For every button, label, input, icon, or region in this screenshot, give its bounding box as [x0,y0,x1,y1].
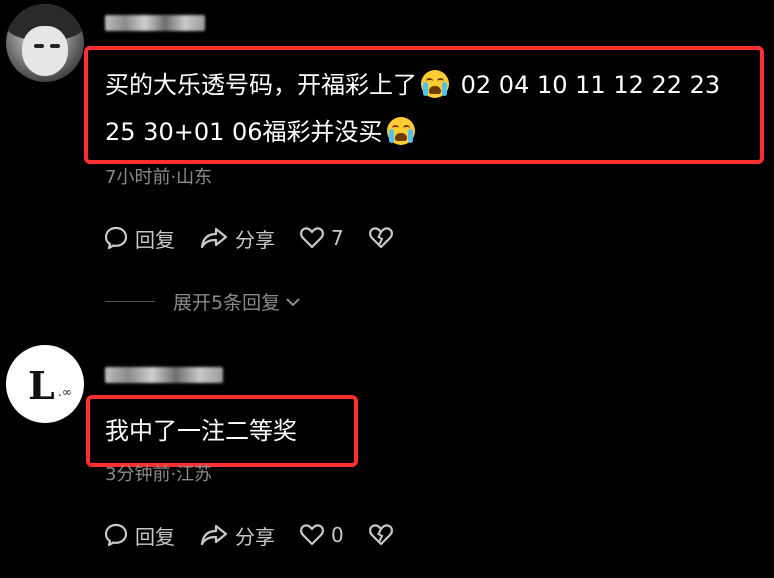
user-avatar-1[interactable] [6,4,84,82]
expand-replies-button[interactable]: 展开5条回复 [105,288,302,315]
crying-emoji-icon [386,117,415,145]
like-count: 0 [331,523,344,547]
dislike-button[interactable] [368,523,400,547]
heart-icon [300,227,324,249]
heart-icon [300,524,324,546]
dislike-button[interactable] [368,226,400,250]
comment-1-meta: 7小时前·山东 [105,167,213,188]
comment-1-text: 买的大乐透号码，开福彩上了 [105,71,417,99]
chevron-down-icon [286,297,300,306]
comment-2-meta: 3分钟前·江苏 [105,464,213,485]
reply-label: 回复 [135,524,175,549]
username-blurred-2[interactable] [105,367,223,383]
share-button[interactable]: 分享 [199,224,275,253]
comment-2-text: 我中了一注二等奖 [105,417,297,445]
share-button[interactable]: 分享 [199,521,275,550]
reply-button[interactable]: 回复 [103,521,175,550]
username-blurred-1[interactable] [105,15,205,31]
share-label: 分享 [235,227,275,252]
comment-1-numbers: 02 04 10 11 12 22 23 [460,71,721,99]
share-arrow-icon [200,524,228,546]
reply-label: 回复 [135,227,175,252]
avatar-logo-letter: L [28,363,55,408]
comment-1-text-2: 25 30+01 06福彩并没买 [105,118,383,146]
share-label: 分享 [235,524,275,549]
comment-1-actions: 回复 分享 7 [103,222,424,254]
divider-line [105,301,155,302]
like-button[interactable]: 7 [299,226,344,250]
broken-heart-icon [368,524,393,546]
crying-emoji-icon [421,70,449,98]
expand-replies-label: 展开5条回复 [173,292,281,314]
like-count: 7 [331,226,344,250]
avatar-logo-mark: .∞ [58,385,72,399]
reply-bubble-icon [104,523,128,547]
reply-bubble-icon [104,226,128,250]
reply-button[interactable]: 回复 [103,224,175,253]
user-avatar-2[interactable]: L .∞ [6,345,84,423]
comment-2-actions: 回复 分享 0 [103,519,424,551]
comment-1-line-2: 25 30+01 06福彩并没买 [105,111,419,153]
broken-heart-icon [368,227,393,249]
comment-1-line-1: 买的大乐透号码，开福彩上了 02 04 10 11 12 22 23 [105,64,720,106]
like-button[interactable]: 0 [299,523,344,547]
share-arrow-icon [200,227,228,249]
comment-page: 买的大乐透号码，开福彩上了 02 04 10 11 12 22 23 25 30… [0,0,774,578]
